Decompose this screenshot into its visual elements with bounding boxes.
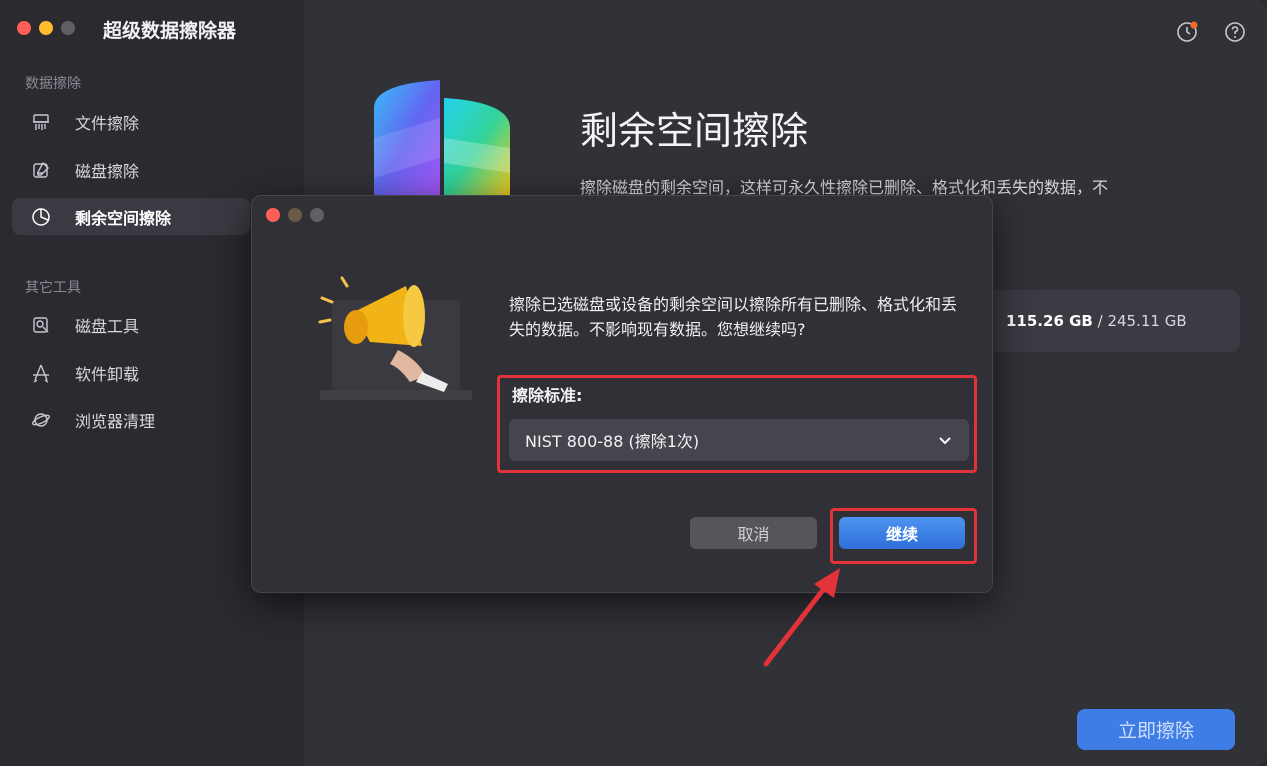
disk-edit-icon xyxy=(30,159,52,181)
sidebar-item-free-space-erase[interactable]: 剩余空间擦除 xyxy=(12,198,250,235)
browser-icon xyxy=(30,409,52,431)
disk-size-text: 115.26 GB / 245.11 GB xyxy=(1006,312,1187,330)
sidebar-item-label: 文件擦除 xyxy=(75,113,140,133)
disk-capacity-row[interactable]: 115.26 GB / 245.11 GB xyxy=(990,290,1240,352)
sidebar-item-disk-erase[interactable]: 磁盘擦除 xyxy=(12,151,250,188)
section-label-other-tools: 其它工具 xyxy=(25,280,81,296)
pie-chart-icon xyxy=(30,206,52,228)
megaphone-icon xyxy=(318,276,472,400)
confirm-dialog: 擦除已选磁盘或设备的剩余空间以擦除所有已删除、格式化和丢失的数据。不影响现有数据… xyxy=(251,195,993,593)
dialog-zoom-button[interactable] xyxy=(310,208,324,222)
erase-now-button[interactable]: 立即擦除 xyxy=(1077,709,1235,750)
help-icon[interactable] xyxy=(1223,20,1247,44)
erase-standard-label: 擦除标准: xyxy=(512,386,583,405)
window-controls xyxy=(17,21,75,35)
sidebar-item-label: 剩余空间擦除 xyxy=(75,208,172,228)
chevron-down-icon xyxy=(939,437,951,445)
history-icon[interactable] xyxy=(1175,20,1199,44)
app-window: 超级数据擦除器 数据擦除 文件擦除 磁盘擦除 剩余空间擦除 其它工具 磁盘工具 … xyxy=(0,0,1267,766)
disk-total: 245.11 GB xyxy=(1107,312,1187,330)
sidebar-item-file-erase[interactable]: 文件擦除 xyxy=(12,103,250,140)
sidebar-item-label: 软件卸载 xyxy=(75,364,140,384)
disk-used: 115.26 GB xyxy=(1006,312,1093,330)
dialog-window-controls xyxy=(266,208,324,222)
shredder-icon xyxy=(30,111,52,133)
minimize-window-button[interactable] xyxy=(39,21,53,35)
sidebar-item-label: 磁盘擦除 xyxy=(75,161,140,181)
pie-illustration xyxy=(374,80,510,198)
sidebar-item-disk-tools[interactable]: 磁盘工具 xyxy=(12,306,250,343)
continue-button[interactable]: 继续 xyxy=(839,517,965,549)
sidebar-item-label: 磁盘工具 xyxy=(75,316,140,336)
annotation-arrow-icon xyxy=(763,568,840,667)
dialog-minimize-button[interactable] xyxy=(288,208,302,222)
dialog-close-button[interactable] xyxy=(266,208,280,222)
section-label-data-erase: 数据擦除 xyxy=(25,76,81,92)
sidebar-item-label: 浏览器清理 xyxy=(75,411,156,431)
zoom-window-button[interactable] xyxy=(61,21,75,35)
erase-standard-select[interactable]: NIST 800-88 (擦除1次) xyxy=(509,419,969,461)
sidebar-item-app-uninstall[interactable]: 软件卸载 xyxy=(12,354,250,391)
app-title: 超级数据擦除器 xyxy=(103,20,237,42)
close-window-button[interactable] xyxy=(17,21,31,35)
disk-tool-icon xyxy=(30,314,52,336)
erase-standard-value: NIST 800-88 (擦除1次) xyxy=(525,432,700,451)
cancel-button[interactable]: 取消 xyxy=(690,517,817,549)
app-uninstall-icon xyxy=(30,362,52,384)
page-title: 剩余空间擦除 xyxy=(580,109,809,153)
disk-separator: / xyxy=(1092,312,1108,330)
sidebar-item-browser-clean[interactable]: 浏览器清理 xyxy=(12,401,250,438)
dialog-message: 擦除已选磁盘或设备的剩余空间以擦除所有已删除、格式化和丢失的数据。不影响现有数据… xyxy=(509,295,958,339)
